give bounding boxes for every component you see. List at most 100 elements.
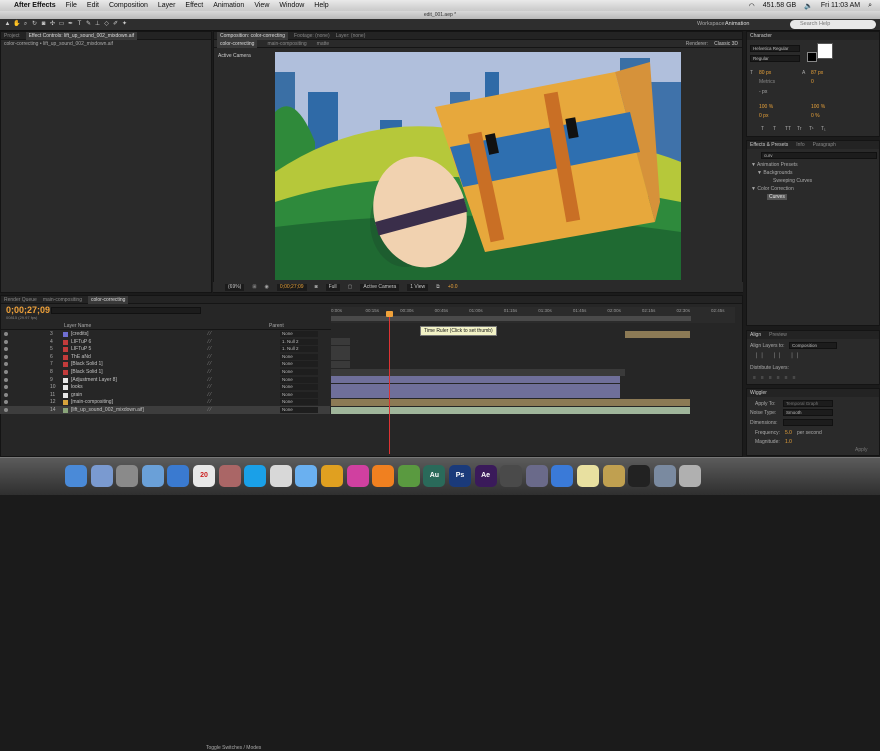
dock-ae-icon[interactable]: Ae: [474, 465, 497, 487]
parent-select[interactable]: None: [280, 399, 318, 406]
wifi-icon[interactable]: ◠: [749, 2, 755, 10]
superscript-button[interactable]: T¹: [809, 126, 814, 132]
renderer-value[interactable]: Classic 3D: [714, 41, 738, 47]
font-size-value[interactable]: 80 px: [759, 70, 771, 76]
small-caps-button[interactable]: Tr: [797, 126, 802, 132]
volume-icon[interactable]: 🔈: [804, 2, 813, 10]
vertical-scale-value[interactable]: 100 %: [759, 104, 773, 110]
parent-select[interactable]: None: [280, 369, 318, 375]
tab-preview[interactable]: Preview: [769, 331, 787, 339]
distribute-buttons[interactable]: ≡≡≡≡≡≡: [753, 375, 801, 381]
clock[interactable]: Fri 11:03 AM: [821, 2, 860, 9]
tab-align[interactable]: Align: [750, 331, 761, 339]
switches-icon[interactable]: ⁄ ⁄: [208, 354, 211, 360]
stroke-color-swatch[interactable]: [807, 52, 817, 62]
layer-row[interactable]: 14 [lift_up_sound_002_mixdown.aif] ⁄ ⁄ Non…: [0, 406, 330, 414]
breadcrumb-matte[interactable]: matte: [317, 41, 330, 47]
switches-icon[interactable]: ⁄ ⁄: [208, 399, 211, 405]
menu-effect[interactable]: Effect: [185, 2, 203, 9]
menu-window[interactable]: Window: [279, 2, 304, 9]
visibility-icon[interactable]: [4, 408, 8, 412]
hand-tool-icon[interactable]: ✋: [13, 21, 20, 28]
baseline-shift-value[interactable]: 0 px: [759, 113, 768, 119]
visibility-icon[interactable]: [4, 377, 8, 382]
menu-edit[interactable]: Edit: [87, 2, 99, 9]
font-family-select[interactable]: Helvetica Regular: [750, 45, 800, 52]
dock-imovie-icon[interactable]: [525, 465, 548, 487]
frequency-value[interactable]: 5.0: [785, 430, 792, 436]
dock-mail-icon[interactable]: [141, 465, 164, 487]
stroke-width-value[interactable]: - px: [759, 89, 767, 95]
tab-footage[interactable]: Footage: (none): [294, 33, 330, 39]
toggle-switches-modes[interactable]: Toggle Switches / Modes: [206, 745, 261, 751]
layer-duration-bar[interactable]: [331, 383, 620, 391]
label-color-swatch[interactable]: [63, 347, 68, 353]
layer-duration-bar[interactable]: [331, 398, 690, 406]
apply-to-select[interactable]: Temporal Graph: [783, 400, 833, 407]
kerning-value[interactable]: 0: [811, 79, 814, 85]
dock-ps-icon[interactable]: Ps: [449, 465, 471, 487]
visibility-icon[interactable]: [4, 370, 8, 374]
switches-icon[interactable]: ⁄ ⁄: [208, 384, 211, 390]
zoom-tool-icon[interactable]: ⌕: [22, 21, 29, 28]
align-to-select[interactable]: Composition: [789, 342, 837, 349]
dock-skype-icon[interactable]: [244, 465, 267, 487]
visibility-icon[interactable]: [4, 362, 8, 367]
switches-icon[interactable]: ⁄ ⁄: [208, 377, 211, 383]
pan-behind-tool-icon[interactable]: ✣: [49, 21, 56, 28]
dock-evernote-icon[interactable]: [397, 465, 420, 487]
label-color-swatch[interactable]: [63, 332, 68, 337]
dock-address-book-icon[interactable]: [218, 465, 241, 487]
layer-duration-bar[interactable]: [331, 345, 350, 353]
leading-value[interactable]: 87 px: [811, 70, 823, 76]
clone-tool-icon[interactable]: ⊥: [94, 21, 101, 28]
parent-select[interactable]: None: [280, 376, 318, 383]
tab-effects-presets[interactable]: Effects & Presets: [750, 141, 788, 149]
type-tool-icon[interactable]: T: [76, 21, 83, 28]
eraser-tool-icon[interactable]: ◇: [103, 21, 110, 28]
dock-photo-icon[interactable]: [602, 465, 625, 487]
puppet-tool-icon[interactable]: ✦: [121, 21, 128, 28]
viewer-timecode[interactable]: 0;00;27;09: [276, 283, 307, 291]
visibility-icon[interactable]: [4, 347, 8, 352]
composition-viewer[interactable]: [275, 52, 681, 280]
label-color-swatch[interactable]: [63, 370, 68, 375]
dock-preview-icon[interactable]: [269, 465, 292, 487]
horizontal-scale-value[interactable]: 100 %: [811, 104, 825, 110]
switches-icon[interactable]: ⁄ ⁄: [208, 339, 211, 345]
dock-calendar-icon[interactable]: 20: [193, 465, 215, 487]
parent-select[interactable]: 1. Null 2: [280, 346, 318, 353]
switches-icon[interactable]: ⁄ ⁄: [208, 392, 211, 398]
dock-itunes-icon[interactable]: [346, 465, 369, 487]
current-time-indicator-head[interactable]: [386, 311, 393, 317]
menu-view[interactable]: View: [254, 2, 269, 9]
layer-name[interactable]: [lift_up_sound_002_mixdown.aif]: [71, 406, 144, 414]
tree-animation-presets[interactable]: ▼ Animation Presets: [751, 162, 798, 168]
breadcrumb-main-compositing[interactable]: main-compositing: [267, 41, 306, 47]
tree-color-correction[interactable]: ▼ Color Correction: [751, 186, 794, 192]
faux-italic-button[interactable]: T: [773, 126, 776, 132]
parent-select[interactable]: None: [280, 391, 318, 398]
layer-duration-bar[interactable]: [331, 353, 350, 361]
visibility-icon[interactable]: [4, 400, 8, 405]
dock-chrome-icon[interactable]: [321, 465, 343, 487]
tree-curves[interactable]: Curves: [767, 194, 787, 200]
breadcrumb-color-correcting[interactable]: color-correcting: [217, 39, 258, 48]
dimensions-select[interactable]: [783, 419, 833, 426]
pen-tool-icon[interactable]: ✒: [67, 21, 74, 28]
label-color-swatch[interactable]: [63, 408, 68, 413]
dock-vlc-icon[interactable]: [372, 465, 395, 487]
tab-color-correcting[interactable]: color-correcting: [88, 295, 129, 304]
layer-duration-bar[interactable]: [331, 338, 350, 346]
tab-info[interactable]: Info: [796, 141, 804, 149]
switches-icon[interactable]: ⁄ ⁄: [208, 346, 211, 352]
parent-select[interactable]: 1. Null 2: [280, 338, 318, 345]
label-color-swatch[interactable]: [63, 339, 68, 345]
menu-file[interactable]: File: [66, 2, 77, 9]
exposure-value[interactable]: +0.0: [448, 284, 458, 290]
dock-au-icon[interactable]: Au: [423, 465, 446, 487]
grid-icon[interactable]: ⊞: [252, 284, 256, 290]
label-color-swatch[interactable]: [63, 400, 68, 406]
camera-tool-icon[interactable]: ◙: [40, 21, 47, 28]
selection-tool-icon[interactable]: ▲: [4, 21, 11, 28]
